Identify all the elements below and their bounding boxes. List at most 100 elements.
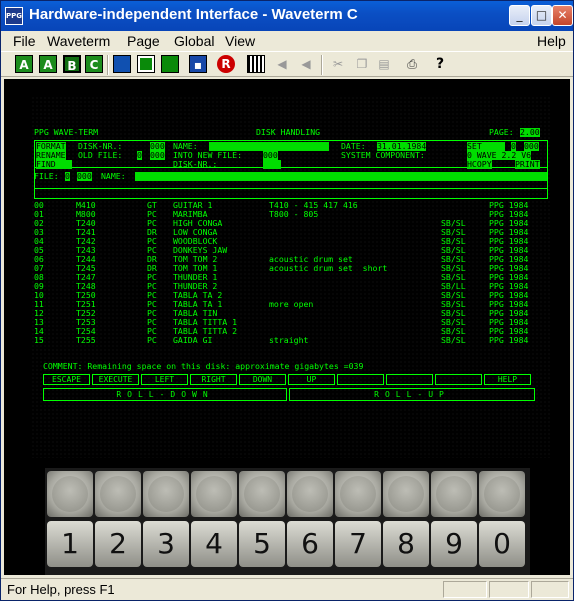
knob-8[interactable] xyxy=(383,471,429,517)
maximize-button[interactable]: □ xyxy=(531,5,552,26)
fkey-6[interactable] xyxy=(337,374,384,385)
number-key-8[interactable]: 8 xyxy=(383,521,429,567)
screen-c-button[interactable]: C xyxy=(85,55,103,73)
save-icon[interactable]: ▪ xyxy=(189,55,207,73)
fkey-7[interactable] xyxy=(386,374,433,385)
key-panel: 1234567890 xyxy=(45,468,530,575)
number-key-1[interactable]: 1 xyxy=(47,521,93,567)
status-text: For Help, press F1 xyxy=(7,582,115,597)
screen-a-button[interactable]: A xyxy=(15,55,33,73)
file-field-2[interactable]: 000 xyxy=(77,172,92,181)
file-name-field[interactable] xyxy=(135,172,547,181)
number-key-5[interactable]: 5 xyxy=(239,521,285,567)
number-key-9[interactable]: 9 xyxy=(431,521,477,567)
status-pane xyxy=(531,581,569,598)
row-n: 15 xyxy=(34,335,44,345)
copy-icon[interactable]: ❐ xyxy=(353,55,371,73)
fkey-2[interactable]: LEFT xyxy=(141,374,188,385)
page-value: 2.00 xyxy=(520,127,540,137)
toolbar: A A B C ▪ R ◀ ◀ ✂ ❐ ▤ ⎙ ? xyxy=(1,51,573,77)
monitor-blue-icon[interactable] xyxy=(113,55,131,73)
old-file-field-1[interactable]: 0 xyxy=(137,151,142,160)
status-bar: For Help, press F1 xyxy=(1,578,573,600)
fkey-4[interactable]: DOWN xyxy=(239,374,286,385)
knob-4[interactable] xyxy=(191,471,237,517)
screen-b-button[interactable]: B xyxy=(63,55,81,73)
knob-2[interactable] xyxy=(95,471,141,517)
monitor-green-2-icon[interactable] xyxy=(161,55,179,73)
fkey-9[interactable]: HELP xyxy=(484,374,531,385)
fkey-0[interactable]: ESCAPE xyxy=(43,374,90,385)
record-icon[interactable]: R xyxy=(217,55,235,73)
menu-file[interactable]: File xyxy=(13,33,36,49)
window-title: Hardware-independent Interface - Waveter… xyxy=(29,6,358,23)
number-key-6[interactable]: 6 xyxy=(287,521,333,567)
fkey-1[interactable]: EXECUTE xyxy=(92,374,139,385)
number-key-7[interactable]: 7 xyxy=(335,521,381,567)
row-name[interactable]: GAIDA GI xyxy=(173,336,212,345)
fkey-8[interactable] xyxy=(435,374,482,385)
cut-icon[interactable]: ✂ xyxy=(329,55,347,73)
knob-9[interactable] xyxy=(431,471,477,517)
menu-bar: File Waveterm Page Global View Help xyxy=(1,31,573,51)
file-name-label: NAME: xyxy=(101,171,126,181)
menu-global[interactable]: Global xyxy=(174,33,214,49)
status-pane xyxy=(489,581,529,598)
client-area: PPG WAVE-TERM DISK HANDLING PAGE: 2.00 F… xyxy=(4,79,570,575)
row-info: acoustic drum set short xyxy=(269,263,388,273)
file-label: FILE: xyxy=(34,171,59,181)
speaker-left-icon[interactable]: ◀ xyxy=(273,55,291,73)
disk-nr-2-field[interactable] xyxy=(263,160,281,169)
disk-nr-2-label: DISK-NR.: xyxy=(173,159,218,169)
header-divider-2 xyxy=(34,188,548,189)
number-key-2[interactable]: 2 xyxy=(95,521,141,567)
main-window: PPG Hardware-independent Interface - Wav… xyxy=(0,0,574,601)
row-code: T255 xyxy=(76,335,96,345)
into-new-file-field[interactable]: 000 xyxy=(263,151,278,160)
menu-page[interactable]: Page xyxy=(127,33,160,49)
knob-1[interactable] xyxy=(47,471,93,517)
keyboard-icon[interactable] xyxy=(247,55,265,73)
menu-waveterm[interactable]: Waveterm xyxy=(47,33,110,49)
row-p: PPG 1984 xyxy=(489,335,529,345)
knob-7[interactable] xyxy=(335,471,381,517)
fkey-5[interactable]: UP xyxy=(288,374,335,385)
close-button[interactable]: ✕ xyxy=(552,5,573,26)
menu-view[interactable]: View xyxy=(225,33,255,49)
knob-3[interactable] xyxy=(143,471,189,517)
print-icon[interactable]: ⎙ xyxy=(403,55,421,73)
hcopy-button[interactable]: HCOPY xyxy=(467,160,492,169)
screen-title: PPG WAVE-TERM xyxy=(34,127,99,137)
old-file-field-2[interactable]: 000 xyxy=(150,151,165,160)
monitor-green-icon[interactable] xyxy=(137,55,155,73)
speaker-right-icon[interactable]: ◀ xyxy=(297,55,315,73)
toolbar-separator xyxy=(107,55,109,75)
knob-6[interactable] xyxy=(287,471,333,517)
row-s: SB/SL xyxy=(441,335,466,345)
print-button[interactable]: PRINT xyxy=(515,160,540,169)
comment-line: COMMENT: Remaining space on this disk: a… xyxy=(43,361,364,371)
number-key-0[interactable]: 0 xyxy=(479,521,525,567)
waveterm-screen[interactable]: PPG WAVE-TERM DISK HANDLING PAGE: 2.00 F… xyxy=(31,96,551,458)
roll-down-button[interactable]: ROLL-DOWN xyxy=(43,388,287,401)
system-component-label: SYSTEM COMPONENT: xyxy=(341,150,425,160)
title-bar[interactable]: PPG Hardware-independent Interface - Wav… xyxy=(1,1,573,31)
screen-a2-button[interactable]: A xyxy=(39,55,57,73)
file-field-1[interactable]: 0 xyxy=(65,172,70,181)
screen-mode: DISK HANDLING xyxy=(256,127,321,137)
minimize-button[interactable]: _ xyxy=(509,5,530,26)
menu-help[interactable]: Help xyxy=(537,33,566,49)
row-t: PC xyxy=(147,335,157,345)
roll-up-button[interactable]: ROLL-UP xyxy=(289,388,535,401)
help-icon[interactable]: ? xyxy=(431,55,449,73)
old-file-label: OLD FILE: xyxy=(78,150,123,160)
knob-5[interactable] xyxy=(239,471,285,517)
number-key-4[interactable]: 4 xyxy=(191,521,237,567)
page-label: PAGE: xyxy=(489,127,514,137)
fkey-3[interactable]: RIGHT xyxy=(190,374,237,385)
find-button[interactable]: FIND xyxy=(36,160,56,169)
knob-0[interactable] xyxy=(479,471,525,517)
app-icon: PPG xyxy=(5,7,23,25)
paste-icon[interactable]: ▤ xyxy=(375,55,393,73)
number-key-3[interactable]: 3 xyxy=(143,521,189,567)
